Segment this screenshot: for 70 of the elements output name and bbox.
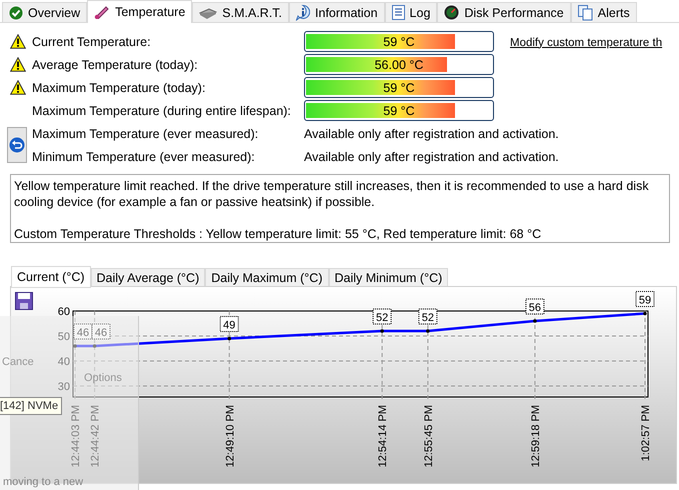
temperature-value: 59 °C (382, 104, 416, 118)
data-label: 49 (223, 320, 236, 332)
message-text: Yellow temperature limit reached. If the drive temperature still increases, then it is recommended to use a hard disk cooling device (for example a fan or passive heatsink) if possible. (14, 178, 650, 210)
data-label: 52 (422, 312, 434, 324)
tab[interactable]: S.M.A.R.T. (192, 2, 290, 22)
data-label: 46 (76, 327, 90, 339)
chart-tab[interactable]: Daily Minimum (°C) (328, 268, 448, 287)
documents-icon (578, 4, 593, 20)
data-label: 49 (220, 316, 239, 332)
reading-label: Maximum Temperature (during entire lifespan): (32, 104, 292, 118)
y-tick-label: 30 (58, 381, 70, 393)
reading-label: Minimum Temperature (ever measured): (32, 150, 256, 164)
options-label: Options (84, 372, 122, 384)
y-tick-label: 60 (58, 306, 70, 318)
temperature-value: 59 °C (382, 80, 416, 94)
data-label: 52 (376, 312, 388, 324)
reading-label: Current Temperature: (32, 34, 152, 48)
data-label: 46 (74, 324, 92, 340)
check-icon (9, 6, 23, 20)
chart-tab[interactable]: Current (°C) (11, 266, 91, 288)
y-tick-label: 50 (58, 331, 70, 343)
reading-value: Available only after registration and activation. (304, 150, 560, 164)
x-tick-label: 12:54:14 PM (377, 405, 390, 468)
reading-label: Maximum Temperature (ever measured): (32, 126, 260, 140)
tab[interactable]: Alerts (570, 2, 637, 22)
tooltip: [142] NVMe (0, 397, 62, 415)
tab[interactable]: Information (289, 2, 385, 22)
data-label: 59 (638, 294, 652, 306)
data-label: 56 (528, 302, 542, 314)
message-text: Custom Temperature Thresholds : Yellow temperature limit: 55 °C, Red temperature limit: 68 °C (14, 226, 542, 242)
data-point (92, 344, 96, 348)
x-tick-label: 12:44:03 PM (70, 405, 82, 468)
y-tick-label: 40 (58, 356, 70, 368)
info-icon (296, 4, 310, 20)
data-point (73, 344, 77, 348)
data-label: 52 (372, 308, 392, 324)
data-label: 52 (418, 308, 438, 324)
reading-label: Average Temperature (today): (32, 58, 199, 72)
x-tick-label: 12:49:10 PM (224, 405, 236, 468)
x-tick-label: 12:59:18 PM (530, 405, 542, 468)
chart-tab[interactable]: Daily Maximum (°C) (205, 268, 328, 287)
chart-tab[interactable]: Daily Average (°C) (90, 268, 206, 287)
save-icon[interactable] (15, 292, 33, 310)
data-label: 46 (94, 327, 108, 339)
data-label: 56 (525, 298, 544, 314)
data-label: 59 (636, 291, 654, 307)
thermometer-icon (94, 5, 110, 19)
data-point (533, 319, 537, 323)
data-point (426, 329, 430, 333)
x-tick-label: 12:55:45 PM (422, 405, 435, 468)
data-label: 46 (92, 324, 110, 340)
x-tick-label: 1:02:57 PM (640, 405, 652, 462)
reading-value: Available only after registration and activation. (304, 126, 560, 140)
document-icon (392, 5, 405, 20)
faded-text: moving to a new (3, 476, 84, 488)
tab[interactable]: Temperature (87, 0, 192, 23)
data-point (380, 329, 384, 333)
cancel-label: Cance (2, 356, 34, 368)
history-button[interactable] (7, 127, 27, 163)
x-tick-label: 12:44:42 PM (90, 405, 102, 468)
gauge-icon (444, 5, 460, 20)
tab[interactable]: Overview (2, 2, 88, 22)
tab[interactable]: Log (384, 2, 438, 22)
tab[interactable]: Disk Performance (437, 2, 571, 22)
temperature-value: 59 °C (382, 34, 416, 48)
reading-label: Maximum Temperature (today): (32, 80, 206, 94)
temperature-value: 56.00 °C (374, 58, 424, 72)
data-point (228, 336, 232, 340)
modify-thresholds-link[interactable]: Modify custom temperature th (510, 36, 662, 48)
disk-drive-icon (199, 6, 218, 18)
